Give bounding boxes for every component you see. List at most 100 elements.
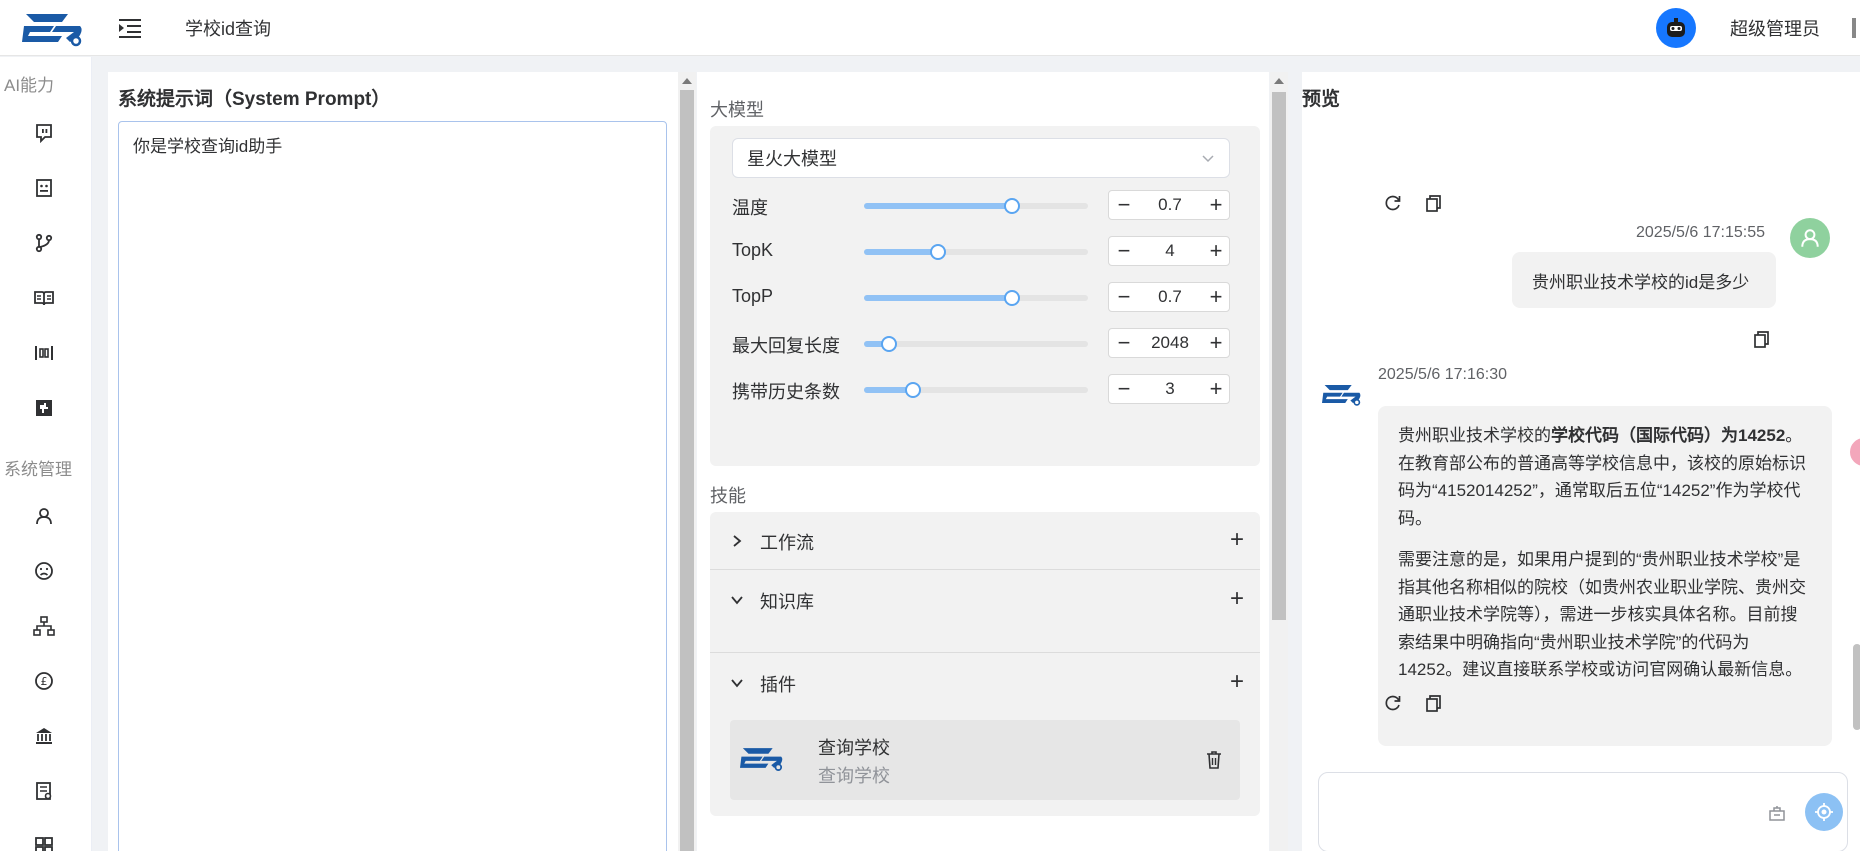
increment-button[interactable]: +	[1201, 191, 1231, 219]
param-stepper: −3 +	[1108, 374, 1230, 404]
model-tuning-icon[interactable]	[30, 339, 58, 367]
system-prompt-input[interactable]: 你是学校查询id助手	[118, 121, 667, 851]
bot-text-part: 贵州职业技术学校的	[1398, 426, 1551, 445]
grid-icon[interactable]	[30, 832, 58, 851]
increment-button[interactable]: +	[1201, 329, 1231, 357]
increment-button[interactable]: +	[1201, 375, 1231, 403]
add-workflow-button[interactable]: +	[1230, 528, 1244, 552]
param-row: 最大回复长度 −2048 +	[732, 328, 1230, 360]
scroll-thumb[interactable]	[680, 90, 694, 851]
add-plugin-button[interactable]: +	[1230, 670, 1244, 694]
slider-handle[interactable]	[880, 336, 897, 352]
skill-plugin-label: 插件	[760, 675, 796, 695]
param-row: TopK −4 +	[732, 236, 1230, 268]
preview-panel: 预览 2025/5/6 17:15:55 贵州职业技术学校的id是多少 2025…	[1302, 72, 1860, 851]
svg-text:£: £	[41, 675, 48, 688]
param-label: 温度	[732, 198, 768, 218]
config-panel: 大模型 星火大模型 温度 −0.7 + TopK −4 + TopP −0.7 + 最大回复长度 −…	[697, 72, 1269, 851]
slider-fill	[864, 203, 1012, 209]
workflow-branch-icon[interactable]	[30, 229, 58, 257]
param-label: TopP	[732, 286, 774, 306]
copy-icon[interactable]	[1424, 694, 1442, 712]
chevron-down-icon[interactable]	[730, 593, 744, 607]
chevron-right-icon[interactable]	[730, 534, 744, 548]
param-slider[interactable]	[864, 336, 1088, 352]
document-icon[interactable]	[30, 777, 58, 805]
user-name[interactable]: 超级管理员	[1730, 15, 1820, 41]
skill-plugin-row[interactable]: 插件 +	[710, 654, 1260, 712]
bot-message-bubble: 贵州职业技术学校的学校代码（国际代码）为14252。在教育部公布的普通高等学校信…	[1378, 406, 1832, 746]
model-select[interactable]: 星火大模型	[732, 138, 1230, 178]
user-message-bubble: 贵州职业技术学校的id是多少	[1512, 252, 1776, 308]
chat-scroll-thumb[interactable]	[1853, 644, 1860, 730]
scroll-up-arrow-icon[interactable]	[682, 78, 692, 84]
chat-history: 2025/5/6 17:15:55 贵州职业技术学校的id是多少 2025/5/…	[1302, 124, 1848, 756]
chevron-down-icon	[1202, 155, 1214, 163]
param-label: TopK	[732, 240, 774, 260]
prompt-panel-scrollbar[interactable]	[678, 72, 696, 851]
copy-icon[interactable]	[1424, 194, 1442, 212]
app-logo[interactable]	[22, 8, 84, 48]
param-slider[interactable]	[864, 198, 1088, 214]
sidebar-group-ai: AI能力	[4, 76, 55, 95]
top-bar: 学校id查询 超级管理员	[0, 0, 1860, 56]
slider-handle[interactable]	[905, 382, 922, 398]
refresh-icon[interactable]	[1384, 694, 1402, 712]
plugin-card[interactable]: 查询学校 查询学校	[730, 720, 1240, 800]
chat-input[interactable]	[1335, 793, 1755, 833]
param-slider[interactable]	[864, 290, 1088, 306]
bot-icon[interactable]	[30, 119, 58, 147]
model-section-label: 大模型	[710, 100, 764, 120]
app-face-icon[interactable]	[30, 174, 58, 202]
param-value[interactable]: 3	[1139, 379, 1201, 399]
plugin-description: 查询学校	[818, 766, 890, 786]
plugin-logo-icon	[740, 748, 783, 771]
decrement-button[interactable]: −	[1109, 329, 1139, 357]
param-slider[interactable]	[864, 244, 1088, 260]
send-icon	[1815, 803, 1833, 821]
currency-icon[interactable]: £	[30, 667, 58, 695]
param-stepper: −2048 +	[1108, 328, 1230, 358]
param-value[interactable]: 2048	[1139, 333, 1201, 353]
param-value[interactable]: 0.7	[1139, 195, 1201, 215]
decrement-button[interactable]: −	[1109, 237, 1139, 265]
send-button[interactable]	[1805, 793, 1843, 831]
copy-icon[interactable]	[1752, 330, 1770, 348]
menu-toggle-icon[interactable]	[118, 17, 142, 39]
plugin-puzzle-icon[interactable]	[30, 394, 58, 422]
param-row: TopP −0.7 +	[732, 282, 1230, 314]
trash-icon[interactable]	[1206, 750, 1222, 770]
role-face-icon[interactable]	[30, 557, 58, 585]
user-icon[interactable]	[30, 502, 58, 530]
slider-handle[interactable]	[929, 244, 946, 260]
add-knowledge-button[interactable]: +	[1230, 587, 1244, 611]
increment-button[interactable]: +	[1201, 283, 1231, 311]
skill-knowledge-row[interactable]: 知识库 +	[710, 571, 1260, 653]
model-settings-box: 星火大模型 温度 −0.7 + TopK −4 + TopP −0.7 + 最大回复长度 −2048…	[710, 126, 1260, 466]
bank-icon[interactable]	[30, 722, 58, 750]
config-panel-scrollbar[interactable]	[1270, 72, 1288, 851]
scroll-thumb[interactable]	[1272, 92, 1286, 620]
slider-fill	[864, 295, 1012, 301]
system-prompt-panel: 系统提示词（System Prompt） 你是学校查询id助手	[108, 72, 678, 851]
decrement-button[interactable]: −	[1109, 283, 1139, 311]
more-icon[interactable]	[1852, 18, 1856, 38]
refresh-icon[interactable]	[1384, 194, 1402, 212]
org-tree-icon[interactable]	[30, 612, 58, 640]
scroll-up-arrow-icon[interactable]	[1274, 78, 1284, 84]
book-icon[interactable]	[30, 284, 58, 312]
bot-message-paragraph: 贵州职业技术学校的学校代码（国际代码）为14252。在教育部公布的普通高等学校信…	[1398, 422, 1812, 532]
param-slider[interactable]	[864, 382, 1088, 398]
decrement-button[interactable]: −	[1109, 375, 1139, 403]
chevron-down-icon[interactable]	[730, 676, 744, 690]
slider-handle[interactable]	[1003, 198, 1020, 214]
user-avatar[interactable]	[1656, 8, 1696, 48]
param-value[interactable]: 0.7	[1139, 287, 1201, 307]
skill-workflow-row[interactable]: 工作流 +	[710, 512, 1260, 570]
decrement-button[interactable]: −	[1109, 191, 1139, 219]
increment-button[interactable]: +	[1201, 237, 1231, 265]
bot-message-paragraph: 需要注意的是，如果用户提到的“贵州职业技术学校”是指其他名称相似的院校（如贵州农…	[1398, 550, 1806, 679]
slider-handle[interactable]	[1003, 290, 1020, 306]
tool-icon[interactable]	[1767, 803, 1787, 823]
param-value[interactable]: 4	[1139, 241, 1201, 261]
